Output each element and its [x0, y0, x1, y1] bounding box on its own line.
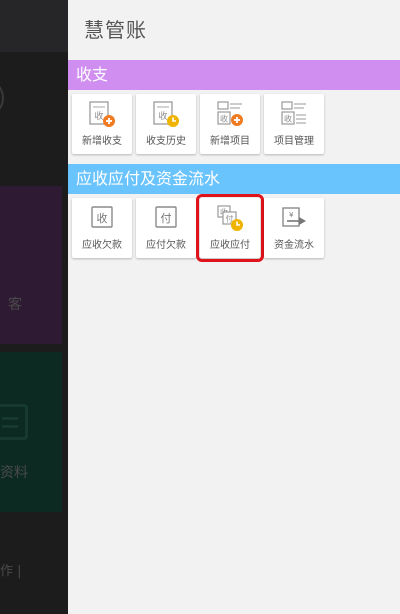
payable-debt-button[interactable]: 付 应付欠款	[136, 198, 196, 258]
income-add-icon: 收	[89, 101, 115, 127]
project-add-icon: 收	[217, 101, 243, 126]
income-add-button[interactable]: 收 新增收支	[72, 94, 132, 154]
cash-flow-label: 资金流水	[274, 240, 314, 251]
income-history-icon: 收	[153, 101, 179, 127]
income-history-button[interactable]: 收 收支历史	[136, 94, 196, 154]
background-materials-tile: 资料	[0, 352, 62, 512]
navigation-drawer: 慧管账 收支 收 新增收支 收 收支历史 收 新增项目 收 项目管理 应收应付及…	[68, 0, 400, 614]
project-add-label: 新增项目	[210, 136, 250, 147]
project-manage-icon: 收	[281, 101, 306, 125]
background-header	[0, 0, 68, 52]
background-customers-tile: 客	[0, 186, 62, 462]
background-materials-label: 资料	[0, 465, 28, 481]
project-manage-label: 项目管理	[274, 136, 314, 147]
svg-text:收: 收	[220, 114, 228, 124]
background-customers-label: 客	[8, 297, 22, 313]
drawer-title: 慧管账	[84, 18, 147, 42]
background-app-overlay: 客 资料 作 |	[0, 0, 68, 614]
svg-text:收: 收	[284, 114, 292, 124]
receivable-debt-button[interactable]: 收 应收欠款	[72, 198, 132, 258]
svg-text:收: 收	[97, 211, 108, 225]
income-add-label: 新增收支	[82, 136, 122, 147]
svg-text:收: 收	[94, 110, 103, 122]
payable-debt-icon: 付	[155, 206, 177, 228]
income-history-label: 收支历史	[146, 136, 186, 147]
project-add-button[interactable]: 收 新增项目	[200, 94, 260, 154]
receivable-payable-button[interactable]: 收 付 应收应付	[196, 194, 264, 262]
background-avatar-edge	[0, 78, 4, 118]
receivable-debt-label: 应收欠款	[82, 240, 122, 251]
receivable-payable-label: 应收应付	[210, 240, 250, 251]
cash-flow-icon: ¥	[282, 207, 306, 227]
receivable-payable-icon: 收 付	[217, 205, 243, 231]
svg-text:收: 收	[158, 110, 167, 122]
cash-flow-button[interactable]: ¥ 资金流水	[264, 198, 324, 258]
payable-debt-label: 应付欠款	[146, 240, 186, 251]
section-header-receivable-payable: 应收应付及资金流水	[68, 164, 400, 194]
document-icon	[0, 404, 28, 440]
section-header-income-expense: 收支	[68, 60, 400, 90]
svg-text:¥: ¥	[289, 211, 294, 219]
receivable-debt-icon: 收	[91, 206, 113, 228]
background-bottom-text: 作 |	[0, 564, 22, 579]
svg-text:付: 付	[161, 212, 172, 225]
project-manage-button[interactable]: 收 项目管理	[264, 94, 324, 154]
